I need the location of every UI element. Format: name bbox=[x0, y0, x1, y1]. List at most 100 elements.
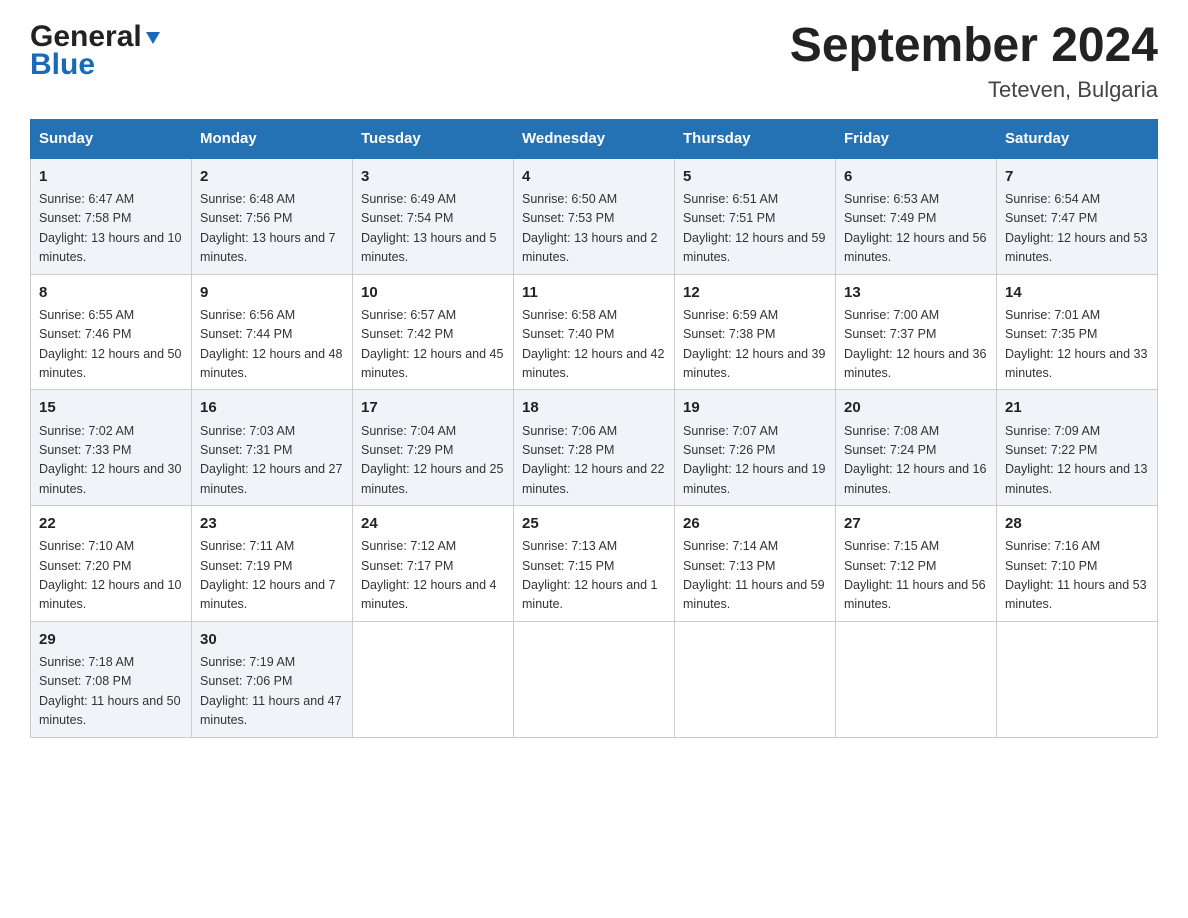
table-row: 4Sunrise: 6:50 AMSunset: 7:53 PMDaylight… bbox=[514, 158, 675, 274]
day-info: Sunrise: 7:00 AMSunset: 7:37 PMDaylight:… bbox=[844, 306, 988, 384]
table-row: 27Sunrise: 7:15 AMSunset: 7:12 PMDayligh… bbox=[836, 506, 997, 622]
table-row: 22Sunrise: 7:10 AMSunset: 7:20 PMDayligh… bbox=[31, 506, 192, 622]
day-info: Sunrise: 6:47 AMSunset: 7:58 PMDaylight:… bbox=[39, 190, 183, 268]
day-number: 5 bbox=[683, 165, 827, 188]
day-info: Sunrise: 6:50 AMSunset: 7:53 PMDaylight:… bbox=[522, 190, 666, 268]
day-info: Sunrise: 6:48 AMSunset: 7:56 PMDaylight:… bbox=[200, 190, 344, 268]
day-number: 4 bbox=[522, 165, 666, 188]
table-row: 10Sunrise: 6:57 AMSunset: 7:42 PMDayligh… bbox=[353, 274, 514, 390]
table-row bbox=[353, 621, 514, 737]
day-number: 8 bbox=[39, 281, 183, 304]
day-info: Sunrise: 7:04 AMSunset: 7:29 PMDaylight:… bbox=[361, 422, 505, 500]
day-info: Sunrise: 7:15 AMSunset: 7:12 PMDaylight:… bbox=[844, 537, 988, 615]
table-row: 25Sunrise: 7:13 AMSunset: 7:15 PMDayligh… bbox=[514, 506, 675, 622]
day-number: 23 bbox=[200, 512, 344, 535]
day-info: Sunrise: 7:03 AMSunset: 7:31 PMDaylight:… bbox=[200, 422, 344, 500]
day-info: Sunrise: 7:10 AMSunset: 7:20 PMDaylight:… bbox=[39, 537, 183, 615]
table-row: 3Sunrise: 6:49 AMSunset: 7:54 PMDaylight… bbox=[353, 158, 514, 274]
day-number: 10 bbox=[361, 281, 505, 304]
day-number: 7 bbox=[1005, 165, 1149, 188]
table-row: 8Sunrise: 6:55 AMSunset: 7:46 PMDaylight… bbox=[31, 274, 192, 390]
day-info: Sunrise: 6:57 AMSunset: 7:42 PMDaylight:… bbox=[361, 306, 505, 384]
day-number: 2 bbox=[200, 165, 344, 188]
table-row: 16 Sunrise: 7:03 AMSunset: 7:31 PMDayligh… bbox=[192, 390, 353, 506]
day-number: 30 bbox=[200, 628, 344, 651]
day-number: 3 bbox=[361, 165, 505, 188]
table-row bbox=[514, 621, 675, 737]
day-info: Sunrise: 7:13 AMSunset: 7:15 PMDaylight:… bbox=[522, 537, 666, 615]
table-row: 5Sunrise: 6:51 AMSunset: 7:51 PMDaylight… bbox=[675, 158, 836, 274]
calendar-table: Sunday Monday Tuesday Wednesday Thursday… bbox=[30, 119, 1158, 738]
day-info: Sunrise: 7:19 AMSunset: 7:06 PMDaylight:… bbox=[200, 653, 344, 731]
day-number: 18 bbox=[522, 396, 666, 419]
table-row: 12Sunrise: 6:59 AMSunset: 7:38 PMDayligh… bbox=[675, 274, 836, 390]
day-info: Sunrise: 7:16 AMSunset: 7:10 PMDaylight:… bbox=[1005, 537, 1149, 615]
header-thursday: Thursday bbox=[675, 119, 836, 158]
table-row bbox=[836, 621, 997, 737]
day-info: Sunrise: 7:02 AMSunset: 7:33 PMDaylight:… bbox=[39, 422, 183, 500]
title-area: September 2024 Teteven, Bulgaria bbox=[790, 20, 1158, 103]
table-row: 19 Sunrise: 7:07 AMSunset: 7:26 PMDayligh… bbox=[675, 390, 836, 506]
day-info: Sunrise: 7:09 AMSunset: 7:22 PMDaylight:… bbox=[1005, 422, 1149, 500]
table-row: 18Sunrise: 7:06 AMSunset: 7:28 PMDayligh… bbox=[514, 390, 675, 506]
header-tuesday: Tuesday bbox=[353, 119, 514, 158]
day-number: 11 bbox=[522, 281, 666, 304]
day-number: 27 bbox=[844, 512, 988, 535]
table-row: 7Sunrise: 6:54 AMSunset: 7:47 PMDaylight… bbox=[997, 158, 1158, 274]
day-number: 13 bbox=[844, 281, 988, 304]
calendar-week-row: 29Sunrise: 7:18 AMSunset: 7:08 PMDayligh… bbox=[31, 621, 1158, 737]
header-monday: Monday bbox=[192, 119, 353, 158]
day-info: Sunrise: 6:51 AMSunset: 7:51 PMDaylight:… bbox=[683, 190, 827, 268]
table-row: 14Sunrise: 7:01 AMSunset: 7:35 PMDayligh… bbox=[997, 274, 1158, 390]
table-row: 13Sunrise: 7:00 AMSunset: 7:37 PMDayligh… bbox=[836, 274, 997, 390]
day-info: Sunrise: 6:56 AMSunset: 7:44 PMDaylight:… bbox=[200, 306, 344, 384]
day-number: 22 bbox=[39, 512, 183, 535]
table-row: 2Sunrise: 6:48 AMSunset: 7:56 PMDaylight… bbox=[192, 158, 353, 274]
month-title: September 2024 bbox=[790, 20, 1158, 73]
header-wednesday: Wednesday bbox=[514, 119, 675, 158]
logo-text-blue: Blue bbox=[30, 48, 95, 82]
table-row: 20 Sunrise: 7:08 AMSunset: 7:24 PMDayligh… bbox=[836, 390, 997, 506]
day-info: Sunrise: 6:58 AMSunset: 7:40 PMDaylight:… bbox=[522, 306, 666, 384]
logo-area: General Blue bbox=[30, 20, 162, 82]
day-number: 25 bbox=[522, 512, 666, 535]
day-info: Sunrise: 7:14 AMSunset: 7:13 PMDaylight:… bbox=[683, 537, 827, 615]
weekday-header-row: Sunday Monday Tuesday Wednesday Thursday… bbox=[31, 119, 1158, 158]
calendar-week-row: 22Sunrise: 7:10 AMSunset: 7:20 PMDayligh… bbox=[31, 506, 1158, 622]
day-number: 15 bbox=[39, 396, 183, 419]
table-row: 9Sunrise: 6:56 AMSunset: 7:44 PMDaylight… bbox=[192, 274, 353, 390]
day-number: 12 bbox=[683, 281, 827, 304]
day-info: Sunrise: 6:55 AMSunset: 7:46 PMDaylight:… bbox=[39, 306, 183, 384]
day-number: 16 bbox=[200, 396, 344, 419]
table-row: 21 Sunrise: 7:09 AMSunset: 7:22 PMDayligh… bbox=[997, 390, 1158, 506]
day-number: 26 bbox=[683, 512, 827, 535]
table-row bbox=[997, 621, 1158, 737]
day-info: Sunrise: 7:08 AMSunset: 7:24 PMDaylight:… bbox=[844, 422, 988, 500]
day-number: 21 bbox=[1005, 396, 1149, 419]
table-row: 6Sunrise: 6:53 AMSunset: 7:49 PMDaylight… bbox=[836, 158, 997, 274]
day-number: 17 bbox=[361, 396, 505, 419]
table-row: 29Sunrise: 7:18 AMSunset: 7:08 PMDayligh… bbox=[31, 621, 192, 737]
day-number: 1 bbox=[39, 165, 183, 188]
table-row: 28Sunrise: 7:16 AMSunset: 7:10 PMDayligh… bbox=[997, 506, 1158, 622]
table-row: 17 Sunrise: 7:04 AMSunset: 7:29 PMDayligh… bbox=[353, 390, 514, 506]
day-info: Sunrise: 7:07 AMSunset: 7:26 PMDaylight:… bbox=[683, 422, 827, 500]
day-number: 19 bbox=[683, 396, 827, 419]
day-number: 28 bbox=[1005, 512, 1149, 535]
table-row: 1Sunrise: 6:47 AMSunset: 7:58 PMDaylight… bbox=[31, 158, 192, 274]
logo-triangle-icon bbox=[144, 28, 162, 51]
calendar-week-row: 1Sunrise: 6:47 AMSunset: 7:58 PMDaylight… bbox=[31, 158, 1158, 274]
day-info: Sunrise: 6:49 AMSunset: 7:54 PMDaylight:… bbox=[361, 190, 505, 268]
table-row bbox=[675, 621, 836, 737]
day-number: 9 bbox=[200, 281, 344, 304]
table-row: 11Sunrise: 6:58 AMSunset: 7:40 PMDayligh… bbox=[514, 274, 675, 390]
day-number: 20 bbox=[844, 396, 988, 419]
header-sunday: Sunday bbox=[31, 119, 192, 158]
day-info: Sunrise: 6:54 AMSunset: 7:47 PMDaylight:… bbox=[1005, 190, 1149, 268]
table-row: 23Sunrise: 7:11 AMSunset: 7:19 PMDayligh… bbox=[192, 506, 353, 622]
day-info: Sunrise: 6:53 AMSunset: 7:49 PMDaylight:… bbox=[844, 190, 988, 268]
day-number: 24 bbox=[361, 512, 505, 535]
calendar-week-row: 15 Sunrise: 7:02 AMSunset: 7:33 PMDayligh… bbox=[31, 390, 1158, 506]
table-row: 24Sunrise: 7:12 AMSunset: 7:17 PMDayligh… bbox=[353, 506, 514, 622]
day-info: Sunrise: 7:18 AMSunset: 7:08 PMDaylight:… bbox=[39, 653, 183, 731]
